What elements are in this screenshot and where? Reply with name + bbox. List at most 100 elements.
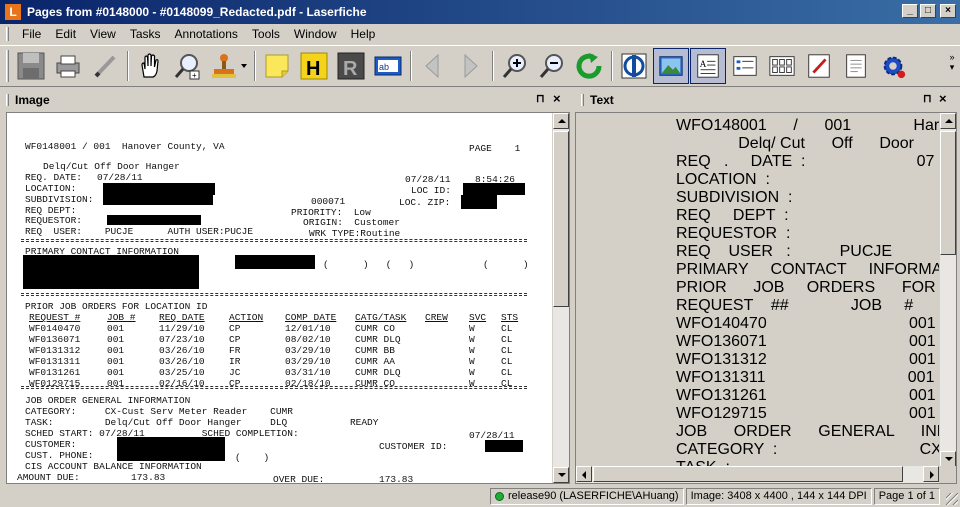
arrow-left-icon (582, 471, 586, 479)
table-cell: 03/25/10 (159, 367, 205, 378)
redaction-box (103, 195, 213, 205)
next-page-icon (464, 53, 478, 79)
title-bar[interactable]: L Pages from #0148000 - #0148099_Redacte… (0, 0, 960, 24)
doc-cust-phone-parens: ( ) (235, 452, 270, 463)
redaction-box (463, 183, 525, 195)
scroll-left-button[interactable] (576, 466, 592, 482)
menu-window[interactable]: Window (287, 27, 344, 41)
maximize-button[interactable]: □ (920, 4, 936, 18)
resize-grip-icon[interactable] (946, 493, 958, 505)
pen-button[interactable] (87, 48, 123, 84)
table-cell: WF0136071 (29, 334, 81, 345)
redaction-box (117, 437, 225, 461)
text-box-label: ab (379, 62, 389, 72)
edit-document-button[interactable] (801, 48, 837, 84)
ocr-text-line: Delq/ Cut Off Door (676, 135, 914, 152)
sticky-note-icon (265, 54, 289, 78)
table-cell: CP (229, 334, 241, 345)
scroll-up-button[interactable] (553, 113, 569, 129)
next-page-button[interactable] (452, 48, 488, 84)
image-pane-grip[interactable] (6, 93, 9, 106)
text-vertical-scrollbar[interactable] (939, 113, 956, 467)
image-scroll-thumb[interactable] (553, 131, 569, 307)
table-cell: CUMR BB (355, 345, 395, 356)
ocr-text-area[interactable]: WFO148001 / 001 Har Delq/ Cut Off Door RE… (576, 113, 940, 467)
zoom-out-button[interactable] (534, 48, 570, 84)
image-pane-title: Image (15, 92, 50, 107)
text-box-button[interactable]: ab (370, 48, 406, 84)
svg-text:A: A (700, 60, 707, 70)
scroll-up-button[interactable] (940, 113, 956, 129)
menu-grip[interactable] (6, 27, 9, 41)
text-pane[interactable]: WFO148001 / 001 Har Delq/ Cut Off Door RE… (575, 112, 957, 484)
image-pane-header: Image ⊓ × (0, 90, 571, 109)
image-pane-close-icon[interactable]: × (553, 91, 561, 106)
thumbnails-button[interactable] (764, 48, 800, 84)
stamp-button[interactable] (206, 48, 242, 84)
scroll-down-button[interactable] (940, 451, 956, 467)
table-cell: 03/31/10 (285, 367, 331, 378)
text-hscroll-thumb[interactable] (593, 466, 903, 482)
window-title: Pages from #0148000 - #0148099_Redacted.… (27, 5, 367, 19)
save-button[interactable] (13, 48, 49, 84)
redact-button[interactable]: R (333, 48, 369, 84)
toolbar-overflow-icon[interactable]: » ▾ (947, 52, 957, 82)
text-scroll-thumb[interactable] (940, 131, 956, 255)
redaction-box (107, 215, 201, 225)
laserfiche-logo-icon[interactable]: L (5, 4, 21, 20)
ocr-text-line: CATEGORY : CX (676, 441, 940, 458)
text-horizontal-scrollbar[interactable] (576, 466, 940, 483)
table-cell: JC (229, 367, 241, 378)
arrow-up-icon (558, 119, 566, 123)
doc-contact-phone-parens: ( ) ( ) (323, 259, 415, 270)
document-properties-button[interactable] (838, 48, 874, 84)
menu-help[interactable]: Help (344, 27, 383, 41)
text-pane-grip[interactable] (581, 93, 584, 106)
menu-tools[interactable]: Tools (245, 27, 287, 41)
scroll-right-button[interactable] (923, 466, 939, 482)
connection-status[interactable]: release90 (LASERFICHE\AHuang) (490, 488, 684, 505)
previous-page-button[interactable] (415, 48, 451, 84)
redaction-box (461, 195, 497, 209)
table-header-cell: SVC (469, 312, 487, 323)
minimize-button[interactable]: _ (902, 4, 918, 18)
text-view-button[interactable]: A (690, 48, 726, 84)
image-vertical-scrollbar[interactable] (552, 113, 569, 483)
ocr-text-line: REQ . DATE : 07 (676, 153, 935, 170)
settings-button[interactable] (875, 48, 911, 84)
table-header-cell: REQ DATE (159, 312, 205, 323)
table-cell: 03/26/10 (159, 356, 205, 367)
table-header-cell: CATG/TASK (355, 312, 407, 323)
toolbar-separator (410, 51, 412, 81)
toolbar-grip[interactable] (6, 50, 9, 82)
table-cell: CL (501, 345, 513, 356)
zoom-in-button[interactable] (497, 48, 533, 84)
menu-view[interactable]: View (83, 27, 123, 41)
rotate-button[interactable] (571, 48, 607, 84)
table-cell: W (469, 345, 475, 356)
metadata-button[interactable] (727, 48, 763, 84)
pan-button[interactable] (132, 48, 168, 84)
text-pane-close-icon[interactable]: × (939, 91, 947, 106)
menu-file[interactable]: File (15, 27, 48, 41)
menu-annotations[interactable]: Annotations (168, 27, 245, 41)
image-view-button[interactable] (653, 48, 689, 84)
highlight-button[interactable]: H (296, 48, 332, 84)
scroll-down-button[interactable] (553, 467, 569, 483)
ocr-button[interactable] (616, 48, 652, 84)
image-pane[interactable]: WF0148001 / 001 Hanover County, VA PAGE … (6, 112, 570, 484)
stamp-dropdown-icon[interactable] (241, 64, 247, 68)
ocr-text-line: SUBDIVISION : (676, 189, 793, 206)
zoom-area-button[interactable]: + (169, 48, 205, 84)
sticky-note-button[interactable] (259, 48, 295, 84)
image-pane-pin-icon[interactable]: ⊓ (536, 92, 545, 105)
pen-icon (94, 55, 116, 78)
menu-tasks[interactable]: Tasks (123, 27, 168, 41)
table-cell: FR (229, 345, 241, 356)
ocr-text-line: WFO148001 / 001 Har (676, 117, 940, 134)
close-button[interactable]: × (940, 4, 956, 18)
menu-edit[interactable]: Edit (48, 27, 83, 41)
text-pane-pin-icon[interactable]: ⊓ (923, 92, 932, 105)
print-button[interactable] (50, 48, 86, 84)
table-cell: CP (229, 323, 241, 334)
